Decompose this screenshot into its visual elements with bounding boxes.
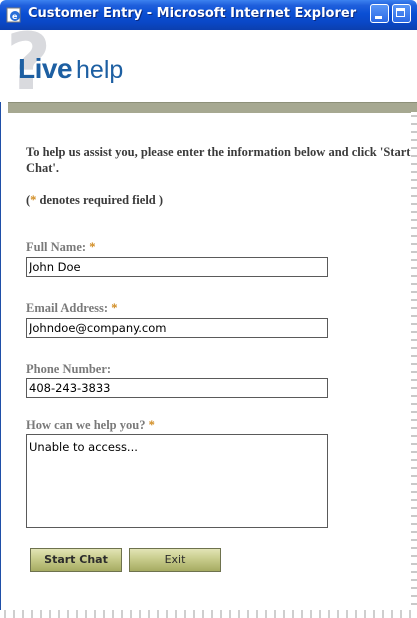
- header-divider: [8, 102, 417, 113]
- required-text: denotes required field ): [36, 193, 164, 207]
- start-chat-button[interactable]: Start Chat: [30, 548, 122, 572]
- email-required-star: *: [111, 301, 118, 315]
- torn-edge-right: [411, 112, 417, 618]
- exit-button[interactable]: Exit: [129, 548, 221, 572]
- full-name-input[interactable]: [26, 257, 328, 277]
- live-help-logo: Live help: [18, 53, 123, 85]
- page-header: ? Live help: [0, 24, 417, 102]
- logo-help-text: help: [76, 56, 124, 84]
- email-label: Email Address: *: [26, 301, 117, 316]
- full-name-label-text: Full Name:: [26, 240, 87, 254]
- help-label: How can we help you? *: [26, 418, 155, 433]
- email-label-text: Email Address:: [26, 301, 109, 315]
- logo-live-text: Live: [18, 53, 73, 84]
- phone-label: Phone Number:: [26, 362, 112, 376]
- full-name-label: Full Name: *: [26, 240, 95, 255]
- phone-input[interactable]: [26, 378, 328, 398]
- help-textarea[interactable]: Unable to access...: [26, 434, 328, 528]
- full-name-required-star: *: [89, 240, 96, 254]
- help-required-star: *: [148, 418, 155, 432]
- maximize-button[interactable]: [392, 4, 411, 23]
- required-note: (* denotes required field ): [26, 193, 163, 208]
- title-bar[interactable]: e Customer Entry - Microsoft Internet Ex…: [0, 0, 417, 30]
- help-label-text: How can we help you?: [26, 418, 146, 432]
- torn-edge-bottom: [0, 610, 417, 618]
- browser-window: e Customer Entry - Microsoft Internet Ex…: [0, 0, 417, 618]
- email-input[interactable]: [26, 318, 328, 338]
- window-title: Customer Entry - Microsoft Internet Expl…: [28, 6, 357, 21]
- intro-text: To help us assist you, please enter the …: [26, 145, 411, 175]
- minimize-button[interactable]: [370, 4, 389, 23]
- window-border: [0, 30, 1, 618]
